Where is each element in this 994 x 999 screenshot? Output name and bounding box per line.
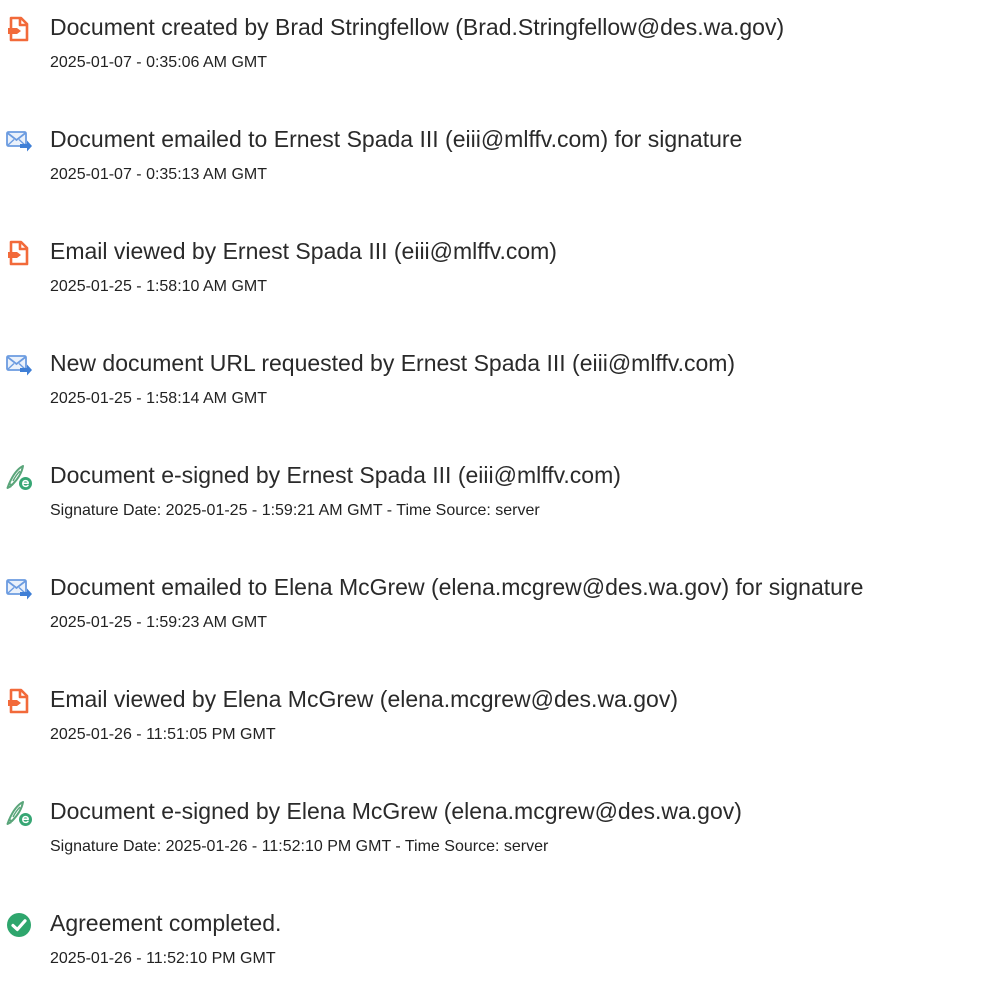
checkmark-icon <box>5 911 33 939</box>
email-icon <box>5 127 33 155</box>
audit-event-document-created: Document created by Brad Stringfellow (B… <box>0 12 994 92</box>
audit-event-signed-elena: Document e-signed by Elena McGrew (elena… <box>0 796 994 876</box>
event-timestamp: 2025-01-26 - 11:52:10 PM GMT <box>50 950 276 967</box>
event-title: New document URL requested by Ernest Spa… <box>50 350 736 376</box>
audit-event-url-requested-ernest: New document URL requested by Ernest Spa… <box>0 348 994 428</box>
esign-pen-icon <box>5 799 33 827</box>
event-timestamp: 2025-01-25 - 1:58:14 AM GMT <box>50 390 267 407</box>
event-title: Document e-signed by Ernest Spada III (e… <box>50 462 621 488</box>
event-title: Email viewed by Ernest Spada III (eiii@m… <box>50 238 557 264</box>
event-title: Document emailed to Elena McGrew (elena.… <box>50 574 864 600</box>
event-timestamp: 2025-01-07 - 0:35:13 AM GMT <box>50 166 267 183</box>
event-title: Email viewed by Elena McGrew (elena.mcgr… <box>50 686 678 712</box>
event-title: Document emailed to Ernest Spada III (ei… <box>50 126 743 152</box>
audit-event-signed-ernest: Document e-signed by Ernest Spada III (e… <box>0 460 994 540</box>
document-icon <box>5 687 33 715</box>
event-title: Agreement completed. <box>50 910 282 936</box>
event-timestamp: 2025-01-25 - 1:58:10 AM GMT <box>50 278 267 295</box>
event-timestamp: 2025-01-25 - 1:59:23 AM GMT <box>50 614 267 631</box>
event-title: Document e-signed by Elena McGrew (elena… <box>50 798 742 824</box>
audit-event-viewed-elena: Email viewed by Elena McGrew (elena.mcgr… <box>0 684 994 764</box>
audit-event-emailed-elena: Document emailed to Elena McGrew (elena.… <box>0 572 994 652</box>
event-timestamp: 2025-01-26 - 11:51:05 PM GMT <box>50 726 276 743</box>
event-signature-date: Signature Date: 2025-01-26 - 11:52:10 PM… <box>50 838 549 855</box>
email-icon <box>5 575 33 603</box>
document-icon <box>5 239 33 267</box>
event-timestamp: 2025-01-07 - 0:35:06 AM GMT <box>50 54 267 71</box>
audit-event-agreement-completed: Agreement completed. 2025-01-26 - 11:52:… <box>0 908 994 988</box>
email-icon <box>5 351 33 379</box>
event-signature-date: Signature Date: 2025-01-25 - 1:59:21 AM … <box>50 502 540 519</box>
event-title: Document created by Brad Stringfellow (B… <box>50 14 785 40</box>
audit-event-viewed-ernest: Email viewed by Ernest Spada III (eiii@m… <box>0 236 994 316</box>
document-icon <box>5 15 33 43</box>
audit-event-emailed-ernest: Document emailed to Ernest Spada III (ei… <box>0 124 994 204</box>
esign-pen-icon <box>5 463 33 491</box>
